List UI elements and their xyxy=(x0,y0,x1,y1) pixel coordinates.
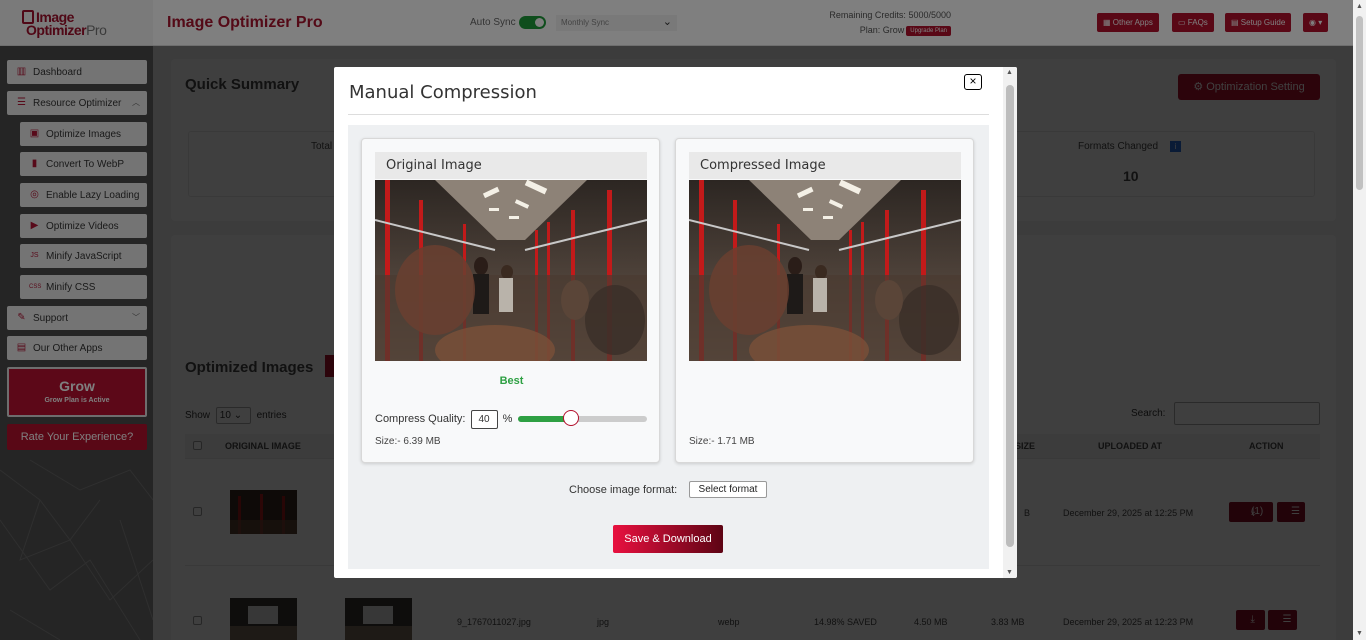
subway-photo xyxy=(689,180,961,361)
compressed-image-title: Compressed Image xyxy=(689,152,961,179)
quality-input[interactable]: 40 xyxy=(470,410,498,429)
quality-slider-handle[interactable] xyxy=(562,410,579,426)
percent-sign: % xyxy=(502,413,513,425)
quality-level-label: Best xyxy=(499,375,524,387)
original-image xyxy=(375,180,647,361)
subway-photo xyxy=(375,180,647,361)
page-scrollbar[interactable]: ▲ ▼ xyxy=(1353,0,1366,640)
compress-quality: Compress Quality: 40 % xyxy=(375,410,512,429)
close-icon[interactable]: × xyxy=(964,74,982,90)
modal-scrollbar[interactable]: ▲ ▼ xyxy=(1003,67,1017,578)
compressed-image-panel: Compressed Image Size:- 1.71 MB xyxy=(675,138,974,463)
select-format-button[interactable]: Select format xyxy=(689,481,767,498)
compress-quality-label: Compress Quality: xyxy=(375,413,466,425)
page-scrollbar-thumb[interactable] xyxy=(1356,16,1363,190)
modal-scrollbar-thumb[interactable] xyxy=(1006,85,1014,547)
manual-compression-modal: Manual Compression × Original Image Best… xyxy=(334,67,1017,578)
original-image-title: Original Image xyxy=(375,152,647,179)
original-image-panel: Original Image Best Compress Quality: 40… xyxy=(361,138,660,463)
compressed-size: Size:- 1.71 MB xyxy=(689,436,755,447)
scroll-up-icon[interactable]: ▲ xyxy=(1006,69,1013,76)
compressed-image xyxy=(689,180,961,361)
original-size: Size:- 6.39 MB xyxy=(375,436,441,447)
modal-divider xyxy=(348,114,989,115)
save-download-button[interactable]: Save & Download xyxy=(613,525,723,553)
quality-slider[interactable] xyxy=(518,410,647,426)
modal-title: Manual Compression xyxy=(349,82,537,103)
scroll-down-icon[interactable]: ▼ xyxy=(1356,630,1363,637)
scroll-down-icon[interactable]: ▼ xyxy=(1006,569,1013,576)
modal-body: Original Image Best Compress Quality: 40… xyxy=(348,125,989,569)
choose-format-label: Choose image format: xyxy=(569,484,678,496)
quality-slider-fill xyxy=(518,416,570,422)
scroll-up-icon[interactable]: ▲ xyxy=(1356,3,1363,10)
